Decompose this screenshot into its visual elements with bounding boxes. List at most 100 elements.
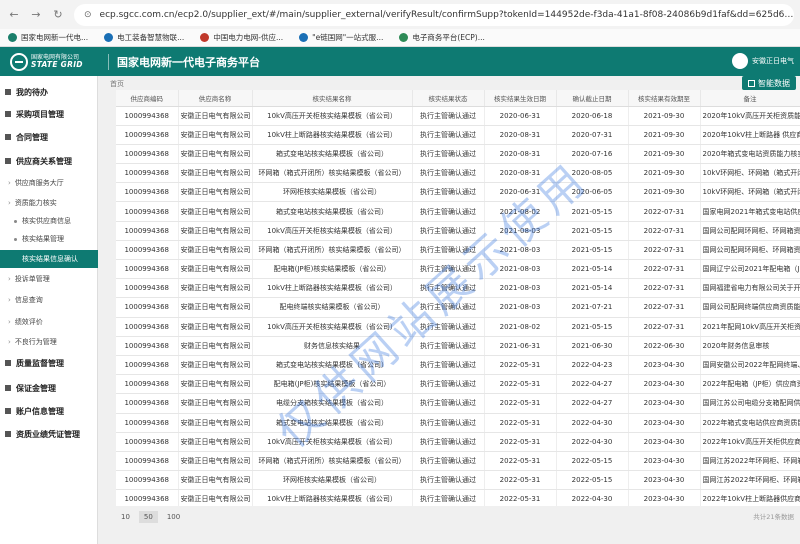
table-cell: 1000994368 [116, 413, 179, 433]
table-cell: 1000994368 [116, 259, 179, 280]
table-cell: 2022-07-31 [628, 297, 701, 318]
sidebar-item[interactable]: 供应商关系管理 [0, 153, 98, 169]
bookmark-icon [399, 33, 409, 42]
menu-icon [5, 158, 11, 164]
table-cell: 1000994368 [116, 278, 179, 299]
column-header[interactable]: 核实结果名称 [252, 90, 413, 107]
sidebar-subitem[interactable]: › 不良行为管理 [0, 335, 98, 349]
table-row[interactable]: 1000994368 安徽正日电气有限公司 箱式变电站核实结果模板（省公司） 执行主管… [116, 355, 800, 376]
column-header[interactable]: 确认截止日期 [556, 90, 629, 107]
bookmark-item[interactable]: 电子商务平台(ECP)... [399, 32, 485, 43]
table-cell: 2022-07-31 [628, 221, 701, 241]
table-cell: 配电箱(JP柜)核实结果模板（省公司） [252, 259, 413, 280]
table-row[interactable]: 1000994368 安徽正日电气有限公司 电缆分支箱核实结果模板（省公司） 执行主管… [116, 393, 800, 414]
sidebar-item-active[interactable]: 核实结果信息确认 [0, 250, 98, 268]
menu-icon [5, 360, 11, 366]
table-row[interactable]: 1000994368 安徽正日电气有限公司 配电箱(JP柜)核实结果模板（省公司）执… [116, 374, 800, 395]
sidebar-item[interactable]: 账户信息管理 [0, 403, 98, 419]
bookmark-item[interactable]: "e链国网"一站式服... [299, 32, 383, 43]
table-row[interactable]: 1000994368 安徽正日电气有限公司 环网柜核实结果模板（省公司） 执行主管确认… [116, 182, 800, 203]
sidebar-subitem[interactable]: › 信息查询 [0, 293, 98, 307]
table-row[interactable]: 1000994368 安徽正日电气有限公司 10kV柱上断路器核实结果模板（省公司）… [116, 125, 800, 145]
sidebar-item[interactable]: 我的待办 [0, 84, 98, 100]
table-row[interactable]: 1000994368 安徽正日电气有限公司 10kV高压开关柜核实结果模板（省公司）… [116, 317, 800, 337]
table-row[interactable]: 1000994368 安徽正日电气有限公司 环网箱（箱式开闭所）核实结果模板（省公司… [116, 240, 800, 261]
sidebar-item-label: 投诉单管理 [14, 275, 50, 283]
address-bar[interactable]: ⊙ ecp.sgcc.com.cn/ecp2.0/supplier_ext/#/… [74, 3, 794, 26]
column-header[interactable]: 供应商编码 [116, 90, 179, 107]
table-cell: 2022-05-31 [484, 489, 557, 506]
column-header[interactable]: 核实结果生效日期 [484, 90, 557, 107]
page-size-option[interactable]: 50 [138, 511, 158, 523]
sidebar-item[interactable]: 资质业绩凭证管理 [0, 426, 98, 442]
sidebar-item[interactable]: 质量监督管理 [0, 355, 98, 371]
table-cell: 2022-05-31 [484, 470, 557, 491]
column-header[interactable]: 备注 [700, 90, 800, 107]
sidebar-subitem[interactable]: › 投诉单管理 [0, 272, 98, 286]
table-cell: 安徽正日电气有限公司 [178, 451, 253, 472]
table-row[interactable]: 1000994368 安徽正日电气有限公司 环网箱（箱式开闭所）核实结果模板（省公司… [116, 163, 800, 184]
bookmark-item[interactable]: 国家电网新一代电... [8, 32, 88, 43]
avatar[interactable] [732, 53, 748, 69]
table-cell: 2021-08-03 [484, 278, 557, 299]
table-row[interactable]: 1000994368 安徽正日电气有限公司 10kV柱上断路器核实结果模板（省公司）… [116, 489, 800, 506]
back-icon[interactable]: ← [6, 7, 22, 23]
sidebar-item[interactable]: 保证金管理 [0, 380, 98, 396]
reload-icon[interactable]: ↻ [50, 7, 66, 23]
table-row[interactable]: 1000994368 安徽正日电气有限公司 环网箱（箱式开闭所）核实结果模板（省公司… [116, 451, 800, 472]
table-cell: 2022-05-31 [484, 413, 557, 433]
table-row[interactable]: 1000994368 安徽正日电气有限公司 箱式变电站核实结果模板（省公司） 执行主管… [116, 201, 800, 222]
sidebar-subitem[interactable]: 核实结果管理 [0, 232, 98, 246]
export-button[interactable]: 智能数据 [742, 76, 796, 90]
column-header[interactable]: 核实结果有效期至 [628, 90, 701, 107]
breadcrumb[interactable]: 首页 [110, 79, 124, 89]
table-row[interactable]: 1000994368 安徽正日电气有限公司 配电箱(JP柜)核实结果模板（省公司）执… [116, 259, 800, 280]
table-row[interactable]: 1000994368 安徽正日电气有限公司 10kV高压开关柜核实结果模板（省公司）… [116, 106, 800, 126]
table-cell: 2020年10kV柱上断路器 供应商资 [700, 125, 800, 145]
table-cell: 2021-05-15 [556, 201, 629, 222]
sidebar-subitem[interactable]: › 绩效评价 [0, 315, 98, 329]
sidebar-item-label: 保证金管理 [16, 383, 56, 393]
chevron-right-icon: › [8, 199, 11, 207]
site-info-icon[interactable]: ⊙ [84, 10, 92, 20]
sidebar-subitem[interactable]: › 资质能力核实 [0, 196, 98, 210]
table-cell: 2020-06-31 [484, 182, 557, 203]
table-cell: 2022-05-31 [484, 393, 557, 414]
table-cell: 2020-07-31 [556, 125, 629, 145]
table-row[interactable]: 1000994368 安徽正日电气有限公司 箱式变电站核实结果模板（省公司） 执行主管… [116, 144, 800, 165]
page-size-option[interactable]: 10 [116, 511, 135, 523]
table-row[interactable]: 1000994368 安徽正日电气有限公司 箱式变电站核实结果模板（省公司） 执行主管… [116, 413, 800, 433]
column-header[interactable]: 核实结果状态 [412, 90, 485, 107]
table-cell: 1000994368 [116, 163, 179, 184]
sidebar-subitem[interactable]: 核实供应商信息 [0, 214, 98, 228]
table-cell: 10kV高压开关柜核实结果模板（省公司） [252, 221, 413, 241]
table-row[interactable]: 1000994368 安徽正日电气有限公司 财务信息核实结果 执行主管确认通过 2021… [116, 336, 800, 356]
table-cell: 箱式变电站核实结果模板（省公司） [252, 413, 413, 433]
table-cell: 国网公司配网环网柜、环网箱资质 [700, 221, 800, 241]
table-cell: 2021-05-15 [556, 317, 629, 337]
url-text: ecp.sgcc.com.cn/ecp2.0/supplier_ext/#/ma… [99, 9, 794, 20]
table-cell: 安徽正日电气有限公司 [178, 221, 253, 241]
table-cell: 2022年箱式变电站供应商资质能力 [700, 413, 800, 433]
menu-icon [5, 111, 11, 117]
table-cell: 2020-08-31 [484, 144, 557, 165]
bookmark-item[interactable]: 中国电力电网-供应... [200, 32, 283, 43]
sidebar-item-label: 核实结果管理 [22, 235, 64, 243]
table-row[interactable]: 1000994368 安徽正日电气有限公司 环网柜核实结果模板（省公司） 执行主管确认… [116, 470, 800, 491]
column-header[interactable]: 供应商名称 [178, 90, 253, 107]
table-cell: 安徽正日电气有限公司 [178, 317, 253, 337]
table-row[interactable]: 1000994368 安徽正日电气有限公司 10kV高压开关柜核实结果模板（省公司）… [116, 432, 800, 452]
forward-icon[interactable]: → [28, 7, 44, 23]
table-row[interactable]: 1000994368 安徽正日电气有限公司 10kV高压开关柜核实结果模板（省公司）… [116, 221, 800, 241]
table-row[interactable]: 1000994368 安徽正日电气有限公司 10kV柱上断路器核实结果模板（省公司）… [116, 278, 800, 299]
table-row[interactable]: 1000994368 安徽正日电气有限公司 配电终端核实结果模板（省公司） 执行主管确… [116, 297, 800, 318]
user-menu[interactable]: 安徽正日电气 [732, 53, 794, 69]
table-cell: 2022-04-30 [556, 432, 629, 452]
sidebar-item[interactable]: 合同管理 [0, 129, 98, 145]
table-cell: 1000994368 [116, 106, 179, 126]
page-size-option[interactable]: 100 [162, 511, 185, 523]
sidebar-item[interactable]: 采购项目管理 [0, 106, 98, 122]
chevron-right-icon: › [8, 179, 11, 187]
sidebar-subitem[interactable]: › 供应商服务大厅 [0, 176, 98, 190]
bookmark-item[interactable]: 电工装备智慧物联... [104, 32, 184, 43]
